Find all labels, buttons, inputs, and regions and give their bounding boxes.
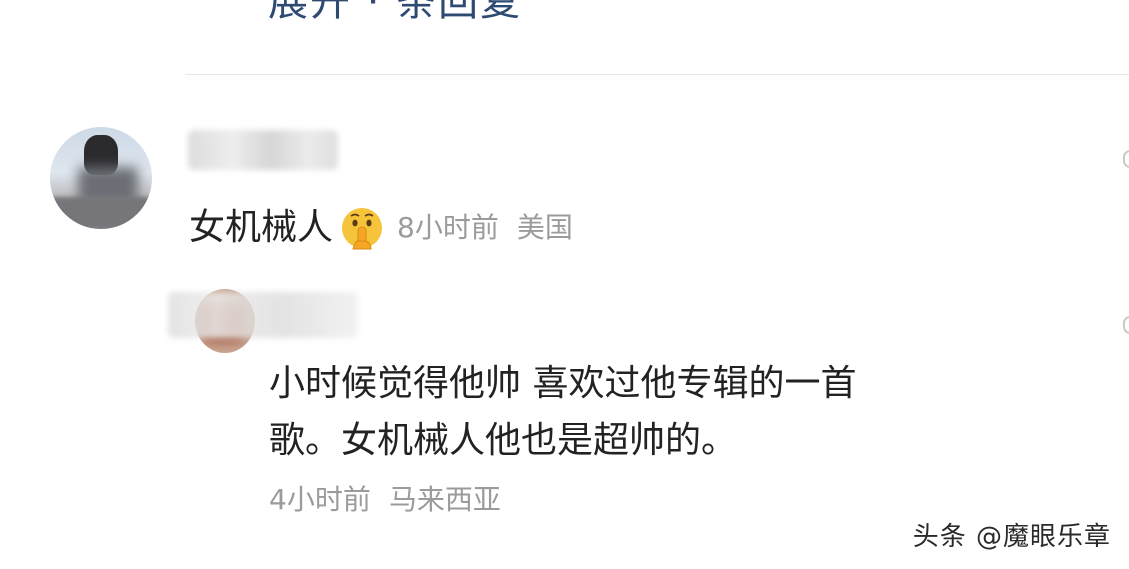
comment-time: 8小时前 (397, 211, 499, 244)
comment-body: 女机械人 8小时前 美国 (189, 204, 573, 252)
shushing-face-icon (339, 205, 385, 251)
reply-like-icon[interactable] (1123, 316, 1129, 334)
username-redacted[interactable] (188, 130, 338, 170)
reply-time: 4小时前 (269, 483, 371, 516)
avatar[interactable] (50, 127, 152, 229)
divider (185, 74, 1129, 75)
reply-username-redacted[interactable] (168, 292, 358, 338)
comment-text: 女机械人 (189, 207, 334, 248)
reply-meta: 4小时前 马来西亚 (269, 476, 501, 524)
reply-text: 小时候觉得他帅 喜欢过他专辑的一首 歌。女机械人他也是超帅的。 (269, 355, 1029, 469)
watermark: 头条 @魔眼乐章 (912, 522, 1111, 552)
expand-replies-link[interactable]: 展开 · 条回复 (268, 0, 522, 22)
comment-location: 美国 (516, 211, 573, 244)
reply-text-line-2: 歌。女机械人他也是超帅的。 (269, 420, 738, 461)
comment-thread: 展开 · 条回复 女机械人 8小时前 美国 小时候觉得他帅 喜欢过他专辑的一首 … (0, 0, 1129, 569)
avatar-ground (50, 197, 152, 229)
like-icon[interactable] (1123, 150, 1129, 168)
reply-text-line-1: 小时候觉得他帅 喜欢过他专辑的一首 (269, 363, 857, 404)
reply-location: 马来西亚 (388, 483, 501, 516)
